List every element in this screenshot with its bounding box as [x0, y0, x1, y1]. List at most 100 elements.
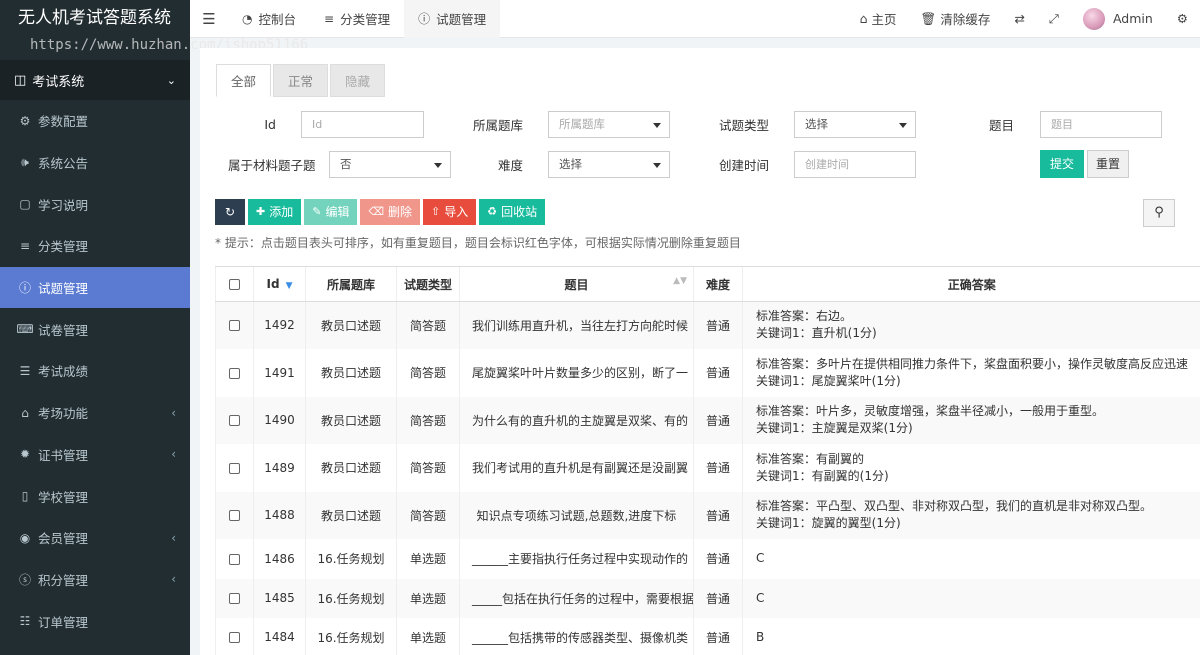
settings-button[interactable]: ⚙ — [1165, 0, 1200, 38]
checkbox-square — [229, 510, 240, 521]
id-input[interactable]: Id — [301, 111, 424, 138]
sidebar-item-label: 证书管理 — [38, 447, 89, 463]
import-button[interactable]: ⇧ 导入 — [423, 199, 477, 225]
column-title-label: 题目 — [564, 277, 589, 292]
select-all-checkbox[interactable] — [215, 266, 254, 302]
cell-title: 我们考试用的直升机是有副翼还是没副翼 — [459, 443, 694, 492]
cell-id: 1489 — [253, 443, 306, 492]
cell-type: 单选题 — [396, 617, 460, 655]
sidebar-header-exam-system[interactable]: ◫ 考试系统 ⌄ — [0, 60, 190, 100]
material-select[interactable]: 否 — [329, 151, 451, 178]
language-button[interactable]: ⇄ — [1002, 0, 1036, 38]
bank-select[interactable]: 所属题库 — [548, 111, 670, 138]
tab-all[interactable]: 全部 — [216, 64, 272, 97]
row-checkbox[interactable] — [215, 578, 254, 618]
recycle-icon: ♻ — [487, 205, 498, 218]
cell-title: ______主要指执行任务过程中实现动作的 — [459, 538, 694, 579]
table-row: 1491 教员口述题 简答题 尾旋翼桨叶叶片数量多少的区别，断了一 普通 标准答案：多叶片… — [215, 348, 1200, 397]
answer-standard: C — [756, 551, 765, 565]
user-circle-icon: ◉ — [19, 530, 31, 545]
material-select-value: 否 — [340, 157, 352, 171]
sidebar-item-3[interactable]: ≡ 分类管理 — [0, 225, 190, 267]
cell-answer: C — [742, 538, 1200, 579]
column-id-label: Id — [266, 277, 280, 291]
home-link[interactable]: ⌂ 主页 — [848, 0, 909, 38]
top-navbar: ☰ ◔ 控制台 ≡ 分类管理 ⓘ 试题管理 ⌂ 主页 🗑 清除缓存 ⇄ ⤢ Ad… — [190, 0, 1200, 38]
clear-cache-button[interactable]: 🗑 清除缓存 — [909, 0, 1003, 38]
language-icon: ⇄ — [1014, 11, 1025, 26]
sidebar-item-7[interactable]: ⌂ 考场功能 ‹ — [0, 392, 190, 434]
user-menu[interactable]: Admin — [1071, 0, 1165, 38]
title-label: 题目 — [988, 118, 1014, 133]
sidebar-item-9[interactable]: ▯ 学校管理 — [0, 475, 190, 517]
sidebar-item-6[interactable]: ☰ 考试成绩 — [0, 350, 190, 392]
sidebar-item-label: 学习说明 — [38, 197, 89, 213]
checkbox-square — [229, 632, 240, 643]
sidebar-item-5[interactable]: ⌨ 试卷管理 — [0, 308, 190, 350]
answer-standard: C — [756, 590, 765, 605]
answer-keyword: 关键词1：旋翼的翼型(1分) — [756, 516, 901, 530]
row-checkbox[interactable] — [215, 617, 254, 655]
cell-bank: 16.任务规划 — [305, 538, 397, 579]
cell-type: 简答题 — [396, 396, 460, 444]
sidebar-item-4[interactable]: ⓘ 试题管理 — [0, 266, 190, 309]
sidebar-item-12[interactable]: ☷ 订单管理 — [0, 600, 190, 642]
row-checkbox[interactable] — [215, 396, 254, 444]
cell-answer: 标准答案：多叶片在提供相同推力条件下，桨盘面积要小，操作灵敏度高反应迅速 关键词1… — [742, 348, 1200, 397]
row-checkbox[interactable] — [215, 443, 254, 492]
title-input[interactable]: 题目 — [1040, 111, 1162, 138]
row-checkbox[interactable] — [215, 301, 254, 349]
sidebar-header-label: 考试系统 — [32, 74, 85, 90]
recycle-bin-button[interactable]: ♻ 回收站 — [479, 199, 546, 225]
search-toggle-button[interactable]: ⚲ — [1143, 199, 1175, 227]
cell-difficulty: 普通 — [693, 538, 743, 579]
difficulty-select-value: 选择 — [559, 157, 582, 171]
sidebar-item-2[interactable]: ▢ 学习说明 — [0, 183, 190, 225]
tab-normal[interactable]: 正常 — [273, 64, 329, 97]
edit-button[interactable]: ✎ 编辑 — [304, 199, 358, 225]
row-checkbox[interactable] — [215, 348, 254, 397]
table-row: 1490 教员口述题 简答题 为什么有的直升机的主旋翼是双桨、有的 普通 标准答案：叶片多… — [215, 396, 1200, 444]
difficulty-select[interactable]: 选择 — [548, 151, 670, 178]
row-checkbox[interactable] — [215, 491, 254, 539]
type-select[interactable]: 选择 — [794, 111, 916, 138]
trash-icon: ⌫ — [368, 205, 385, 218]
menu-toggle-icon[interactable]: ☰ — [190, 10, 228, 28]
recycle-label: 回收站 — [501, 205, 538, 219]
tab-label: 试题管理 — [436, 12, 487, 27]
sidebar-item-0[interactable]: ⚙ 参数配置 — [0, 100, 190, 142]
table-row: 1484 16.任务规划 单选题 ______包括携带的传感器类型、摄像机类 普通 B — [215, 617, 1200, 655]
sidebar-item-label: 积分管理 — [38, 572, 89, 588]
table-header-row: Id ▼ 所属题库 试题类型 题目 ▲▼ 难度 正确答案 — [215, 266, 1200, 302]
cell-id: 1486 — [253, 538, 306, 579]
created-input[interactable]: 创建时间 — [794, 151, 916, 178]
clear-cache-label: 清除缓存 — [940, 12, 991, 27]
tab-category[interactable]: ≡ 分类管理 — [310, 0, 404, 38]
answer-standard: 标准答案：多叶片在提供相同推力条件下，桨盘面积要小，操作灵敏度高反应迅速 — [756, 356, 1189, 371]
edit-label: 编辑 — [325, 205, 350, 219]
sidebar-item-8[interactable]: ✹ 证书管理 ‹ — [0, 434, 190, 476]
difficulty-label: 难度 — [497, 158, 523, 173]
add-button[interactable]: ✚ 添加 — [248, 199, 302, 225]
sidebar-item-1[interactable]: 🕪 系统公告 — [0, 142, 190, 184]
submit-button[interactable]: 提交 — [1040, 150, 1084, 178]
cell-answer: 标准答案：平凸型、双凸型、非对称双凸型，我们的直机是非对称双凸型。 关键词1：旋翼… — [742, 491, 1200, 539]
gears-icon: ⚙ — [1176, 11, 1188, 26]
fullscreen-button[interactable]: ⤢ — [1037, 0, 1071, 38]
checkbox-square — [229, 415, 240, 426]
refresh-button[interactable]: ↻ — [215, 199, 245, 225]
home-label: 主页 — [871, 12, 897, 27]
delete-button[interactable]: ⌫ 删除 — [360, 199, 421, 225]
column-title[interactable]: 题目 ▲▼ — [459, 266, 694, 302]
certificate-icon: ✹ — [19, 447, 31, 462]
caret-down-icon — [434, 163, 442, 168]
tab-questions[interactable]: ⓘ 试题管理 — [404, 0, 501, 38]
sidebar-item-11[interactable]: ⓢ 积分管理 ‹ — [0, 559, 190, 601]
row-checkbox[interactable] — [215, 538, 254, 579]
column-id[interactable]: Id ▼ — [253, 266, 306, 302]
reset-button[interactable]: 重置 — [1087, 150, 1129, 178]
tab-dashboard[interactable]: ◔ 控制台 — [228, 0, 310, 38]
sidebar-item-10[interactable]: ◉ 会员管理 ‹ — [0, 517, 190, 559]
tab-hidden[interactable]: 隐藏 — [330, 64, 386, 97]
cell-answer: 标准答案：右边。 关键词1：直升机(1分) — [742, 301, 1200, 349]
